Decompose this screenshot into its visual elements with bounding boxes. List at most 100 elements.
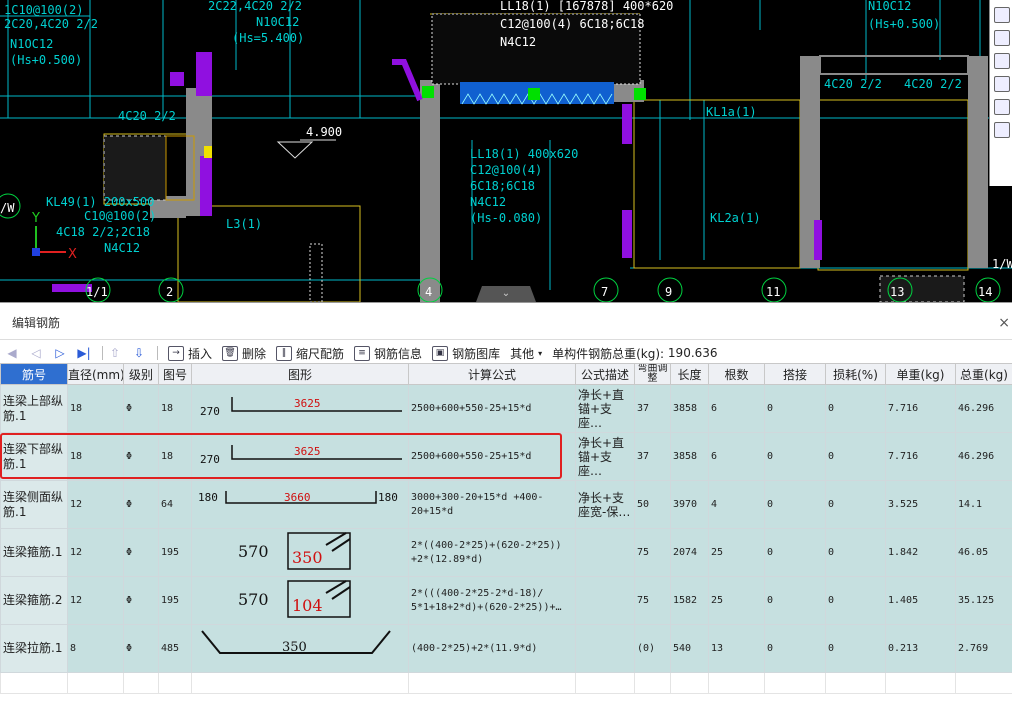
lap-cell[interactable]: 0 bbox=[765, 481, 826, 529]
diameter-cell[interactable]: 12 bbox=[68, 577, 124, 625]
formula-cell[interactable]: 2500+600+550-25+15*d bbox=[409, 433, 576, 481]
empty-cell[interactable] bbox=[1, 673, 68, 694]
total-weight-cell[interactable]: 46.296 bbox=[956, 433, 1012, 481]
column-header[interactable]: 总重(kg) bbox=[956, 364, 1012, 385]
bend-adjust-cell[interactable]: 37 bbox=[635, 433, 671, 481]
tool-icon[interactable] bbox=[994, 7, 1010, 23]
formula-description-cell[interactable] bbox=[576, 577, 635, 625]
unit-weight-cell[interactable]: 1.405 bbox=[886, 577, 956, 625]
last-page-icon[interactable]: ▶| bbox=[72, 346, 96, 360]
total-weight-cell[interactable]: 14.1 bbox=[956, 481, 1012, 529]
diameter-cell[interactable]: 12 bbox=[68, 529, 124, 577]
column-header[interactable]: 直径(mm) bbox=[68, 364, 124, 385]
empty-cell[interactable] bbox=[826, 673, 886, 694]
length-cell[interactable]: 2074 bbox=[671, 529, 709, 577]
diameter-cell[interactable]: 18 bbox=[68, 385, 124, 433]
move-down-icon[interactable]: ⇩ bbox=[127, 346, 151, 360]
length-cell[interactable]: 3858 bbox=[671, 433, 709, 481]
unit-weight-cell[interactable]: 3.525 bbox=[886, 481, 956, 529]
shape-cell[interactable]: 2703625 bbox=[192, 385, 409, 433]
figure-number-cell[interactable]: 64 bbox=[159, 481, 192, 529]
formula-cell[interactable]: 2500+600+550-25+15*d bbox=[409, 385, 576, 433]
rebar-library-button[interactable]: ▣钢筋图库 bbox=[432, 345, 500, 362]
empty-cell[interactable] bbox=[765, 673, 826, 694]
table-row[interactable]: 连梁箍筋.112Φ1955703502*((400-2*25)+(620-2*2… bbox=[1, 529, 1012, 577]
lap-cell[interactable]: 0 bbox=[765, 529, 826, 577]
lap-cell[interactable]: 0 bbox=[765, 625, 826, 673]
lap-cell[interactable]: 0 bbox=[765, 577, 826, 625]
formula-description-cell[interactable]: 净长+直锚+支座… bbox=[576, 433, 635, 481]
shape-cell[interactable]: 570104 bbox=[192, 577, 409, 625]
table-row[interactable]: 连梁上部纵筋.118Φ1827036252500+600+550-25+15*d… bbox=[1, 385, 1012, 433]
diameter-cell[interactable]: 12 bbox=[68, 481, 124, 529]
bend-adjust-cell[interactable]: 37 bbox=[635, 385, 671, 433]
formula-description-cell[interactable]: 净长+直锚+支座… bbox=[576, 385, 635, 433]
rebar-name-cell[interactable]: 连梁下部纵筋.1 bbox=[1, 433, 68, 481]
bend-adjust-cell[interactable]: 50 bbox=[635, 481, 671, 529]
table-row[interactable]: 连梁侧面纵筋.112Φ6418036601803000+300-20+15*d … bbox=[1, 481, 1012, 529]
table-row[interactable]: 连梁箍筋.212Φ1955701042*(((400-2*25-2*d-18)/… bbox=[1, 577, 1012, 625]
column-header[interactable]: 级别 bbox=[124, 364, 159, 385]
close-icon[interactable]: × bbox=[998, 303, 1010, 343]
formula-description-cell[interactable]: 净长+支座宽-保… bbox=[576, 481, 635, 529]
bend-adjust-cell[interactable]: (0) bbox=[635, 625, 671, 673]
table-row[interactable]: 连梁下部纵筋.118Φ1827036252500+600+550-25+15*d… bbox=[1, 433, 1012, 481]
figure-number-cell[interactable]: 195 bbox=[159, 529, 192, 577]
loss-cell[interactable]: 0 bbox=[826, 625, 886, 673]
column-header[interactable]: 弯曲调整 bbox=[635, 364, 671, 385]
rebar-name-cell[interactable]: 连梁箍筋.1 bbox=[1, 529, 68, 577]
collapse-panel-tab[interactable]: ⌄ bbox=[476, 286, 536, 302]
loss-cell[interactable]: 0 bbox=[826, 481, 886, 529]
column-header[interactable]: 根数 bbox=[709, 364, 765, 385]
shape-cell[interactable]: 1803660180 bbox=[192, 481, 409, 529]
total-weight-cell[interactable]: 46.05 bbox=[956, 529, 1012, 577]
grade-cell[interactable]: Φ bbox=[124, 385, 159, 433]
length-cell[interactable]: 3970 bbox=[671, 481, 709, 529]
grade-cell[interactable]: Φ bbox=[124, 529, 159, 577]
loss-cell[interactable]: 0 bbox=[826, 577, 886, 625]
total-weight-cell[interactable]: 46.296 bbox=[956, 385, 1012, 433]
column-header[interactable]: 长度 bbox=[671, 364, 709, 385]
move-up-icon[interactable]: ⇧ bbox=[103, 346, 127, 360]
count-cell[interactable]: 25 bbox=[709, 529, 765, 577]
shape-cell[interactable]: 570350 bbox=[192, 529, 409, 577]
formula-cell[interactable]: 2*(((400-2*25-2*d-18)/ 5*1+18+2*d)+(620-… bbox=[409, 577, 576, 625]
unit-weight-cell[interactable]: 1.842 bbox=[886, 529, 956, 577]
tool-icon[interactable] bbox=[994, 99, 1010, 115]
unit-weight-cell[interactable]: 0.213 bbox=[886, 625, 956, 673]
column-header[interactable]: 筋号 bbox=[1, 364, 68, 385]
formula-cell[interactable]: (400-2*25)+2*(11.9*d) bbox=[409, 625, 576, 673]
scale-rebar-button[interactable]: ‖缩尺配筋 bbox=[276, 345, 344, 362]
count-cell[interactable]: 13 bbox=[709, 625, 765, 673]
column-header[interactable]: 损耗(%) bbox=[826, 364, 886, 385]
tool-icon[interactable] bbox=[994, 122, 1010, 138]
next-page-icon[interactable]: ▷ bbox=[48, 346, 72, 360]
column-header[interactable]: 搭接 bbox=[765, 364, 826, 385]
delete-button[interactable]: 🗑删除 bbox=[222, 345, 266, 362]
empty-cell[interactable] bbox=[635, 673, 671, 694]
figure-number-cell[interactable]: 18 bbox=[159, 433, 192, 481]
tool-icon[interactable] bbox=[994, 76, 1010, 92]
grade-cell[interactable]: Φ bbox=[124, 625, 159, 673]
rebar-info-button[interactable]: ≡钢筋信息 bbox=[354, 345, 422, 362]
empty-cell[interactable] bbox=[576, 673, 635, 694]
column-header[interactable]: 计算公式 bbox=[409, 364, 576, 385]
unit-weight-cell[interactable]: 7.716 bbox=[886, 385, 956, 433]
insert-button[interactable]: →插入 bbox=[168, 345, 212, 362]
rebar-name-cell[interactable]: 连梁拉筋.1 bbox=[1, 625, 68, 673]
formula-cell[interactable]: 3000+300-20+15*d +400-20+15*d bbox=[409, 481, 576, 529]
bend-adjust-cell[interactable]: 75 bbox=[635, 529, 671, 577]
diameter-cell[interactable]: 8 bbox=[68, 625, 124, 673]
total-weight-cell[interactable]: 2.769 bbox=[956, 625, 1012, 673]
figure-number-cell[interactable]: 485 bbox=[159, 625, 192, 673]
shape-cell[interactable]: 350 bbox=[192, 625, 409, 673]
count-cell[interactable]: 4 bbox=[709, 481, 765, 529]
count-cell[interactable]: 6 bbox=[709, 385, 765, 433]
column-header[interactable]: 单重(kg) bbox=[886, 364, 956, 385]
lap-cell[interactable]: 0 bbox=[765, 433, 826, 481]
empty-cell[interactable] bbox=[671, 673, 709, 694]
empty-cell[interactable] bbox=[192, 673, 409, 694]
rebar-name-cell[interactable]: 连梁上部纵筋.1 bbox=[1, 385, 68, 433]
formula-cell[interactable]: 2*((400-2*25)+(620-2*25)) +2*(12.89*d) bbox=[409, 529, 576, 577]
count-cell[interactable]: 25 bbox=[709, 577, 765, 625]
